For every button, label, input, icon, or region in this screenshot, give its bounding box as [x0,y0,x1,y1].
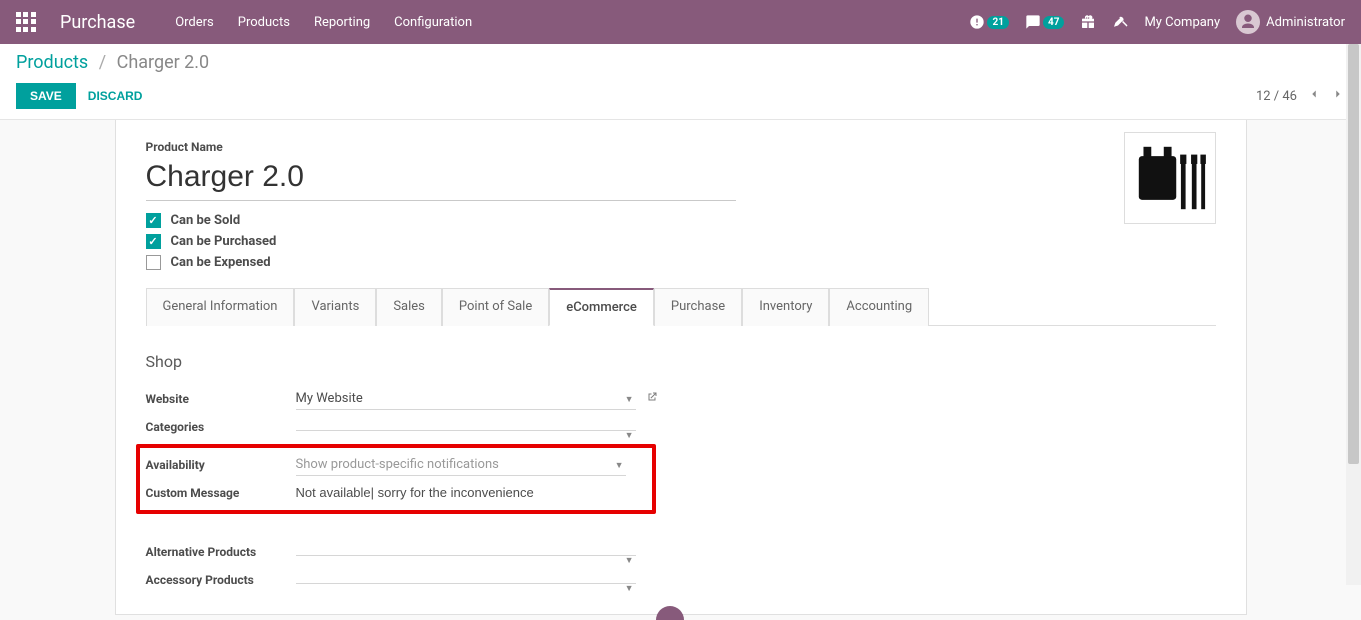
user-menu[interactable]: Administrator [1236,10,1345,34]
dropdown-caret-icon[interactable]: ▼ [625,555,634,566]
company-name[interactable]: My Company [1144,15,1220,30]
tab-point-of-sale[interactable]: Point of Sale [442,288,549,326]
section-shop-title: Shop [146,352,1216,371]
field-alternative-products[interactable]: ▼ [296,549,636,556]
value-website: My Website [296,391,363,406]
product-name-label: Product Name [146,140,1216,154]
activity-icon[interactable]: 21 [969,14,1008,30]
pager-text: 12 / 46 [1256,89,1297,104]
menu-reporting[interactable]: Reporting [314,15,370,30]
field-accessory-products[interactable]: ▼ [296,577,636,584]
label-can-be-sold: Can be Sold [171,213,241,228]
discard-button[interactable]: DISCARD [88,89,143,103]
tab-purchase[interactable]: Purchase [654,288,742,326]
tab-ecommerce[interactable]: eCommerce [549,288,654,326]
dropdown-caret-icon[interactable]: ▼ [625,430,634,441]
user-name: Administrator [1266,15,1345,30]
pager-next[interactable] [1331,87,1345,105]
activity-badge: 21 [987,16,1008,29]
checkbox-can-be-expensed[interactable] [146,255,161,270]
label-availability: Availability [146,458,296,472]
tools-icon[interactable] [1112,14,1128,30]
tab-variants[interactable]: Variants [294,288,376,326]
label-custom-message: Custom Message [146,486,296,500]
main-menu: Orders Products Reporting Configuration [175,15,472,30]
tab-accounting[interactable]: Accounting [829,288,929,326]
scrollbar[interactable] [1346,44,1361,585]
dropdown-caret-icon[interactable]: ▼ [625,583,634,594]
label-can-be-purchased: Can be Purchased [171,234,277,249]
top-nav: Purchase Orders Products Reporting Confi… [0,0,1361,44]
breadcrumb-current: Charger 2.0 [117,52,210,73]
menu-configuration[interactable]: Configuration [394,15,472,30]
dropdown-caret-icon[interactable]: ▼ [615,460,624,471]
messages-badge: 47 [1043,16,1064,29]
product-name-input[interactable] [146,160,736,201]
gift-icon[interactable] [1080,14,1096,30]
tabs: General Information Variants Sales Point… [146,288,1216,326]
pager: 12 / 46 [1256,87,1345,105]
value-availability: Show product-specific notifications [296,457,499,472]
pager-prev[interactable] [1307,87,1321,105]
menu-orders[interactable]: Orders [175,15,214,30]
avatar-icon [1236,10,1260,34]
breadcrumb: Products / Charger 2.0 [16,52,1345,73]
menu-products[interactable]: Products [238,15,290,30]
tab-content-ecommerce: Shop Website My Website ▼ Categories ▼ [146,326,1216,594]
form-sheet: Product Name Can be Sold Can be Purchase… [115,120,1247,615]
breadcrumb-root[interactable]: Products [16,52,88,73]
dropdown-caret-icon[interactable]: ▼ [625,394,634,405]
apps-icon[interactable] [16,12,36,32]
top-nav-right: 21 47 My Company Administrator [969,10,1345,34]
messages-icon[interactable]: 47 [1025,14,1064,30]
save-button[interactable]: SAVE [16,83,76,109]
control-bar: Products / Charger 2.0 SAVE DISCARD 12 /… [0,44,1361,120]
product-image[interactable] [1124,132,1216,224]
app-brand[interactable]: Purchase [60,12,135,33]
scrollbar-thumb[interactable] [1348,44,1359,464]
highlight-box: Availability Show product-specific notif… [136,444,656,514]
fab-partial[interactable] [656,606,684,620]
checkbox-can-be-sold[interactable] [146,213,161,228]
label-website: Website [146,392,296,406]
field-website[interactable]: My Website ▼ [296,388,636,410]
checkbox-can-be-purchased[interactable] [146,234,161,249]
external-link-icon[interactable] [646,391,658,407]
tab-general-information[interactable]: General Information [146,288,295,326]
tab-sales[interactable]: Sales [376,288,442,326]
field-categories[interactable]: ▼ [296,424,636,431]
label-alternative-products: Alternative Products [146,545,296,559]
breadcrumb-separator: / [99,52,106,73]
field-custom-message[interactable] [296,485,626,500]
label-can-be-expensed: Can be Expensed [171,255,271,270]
label-categories: Categories [146,420,296,434]
field-availability[interactable]: Show product-specific notifications ▼ [296,454,626,476]
tab-inventory[interactable]: Inventory [742,288,829,326]
